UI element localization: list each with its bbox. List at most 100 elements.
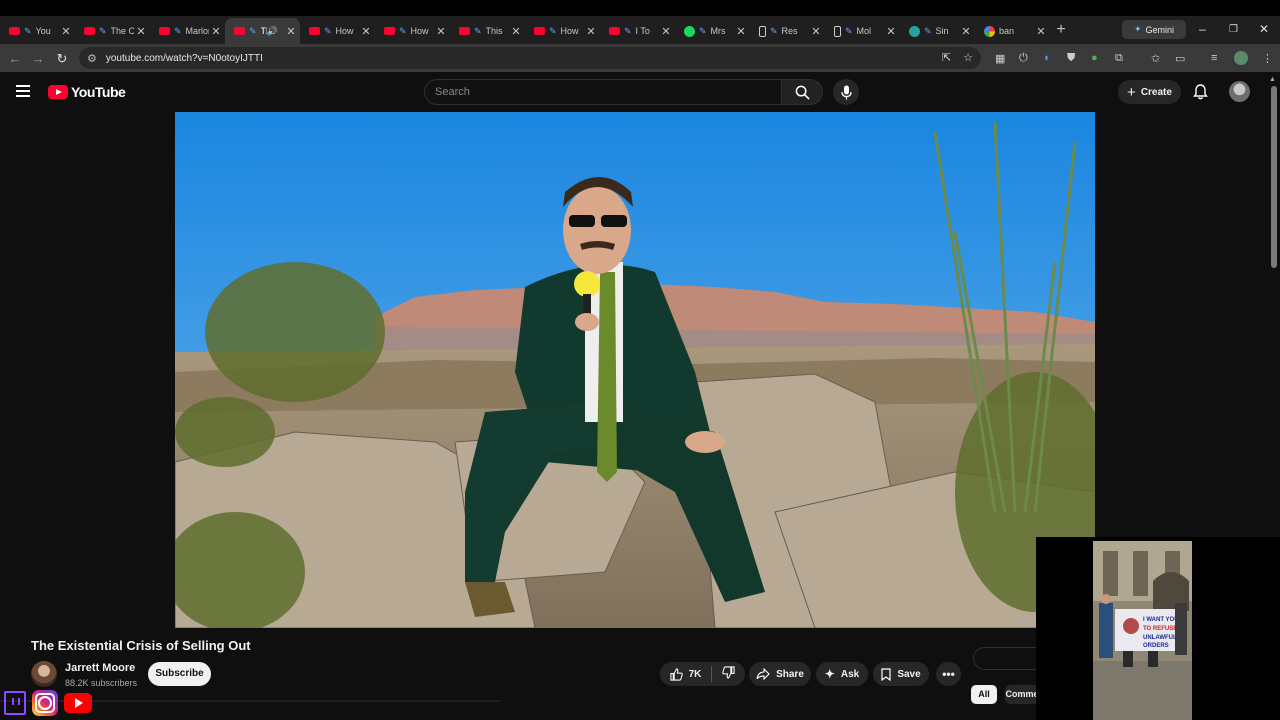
address-bar[interactable]: ⚙ youtube.com/watch?v=N0otoyIJTTI ⇱ ☆ [79,47,981,69]
save-button[interactable]: Save [873,662,929,686]
like-divider [711,666,713,682]
svg-text:ORDERS: ORDERS [1143,643,1169,649]
browser-tab[interactable]: ban ✕ [975,18,1050,44]
forward-icon[interactable]: → [26,51,50,66]
youtube-icon [159,27,170,35]
close-tab-icon[interactable]: ✕ [359,25,373,38]
channel-avatar[interactable] [31,661,57,687]
back-icon[interactable]: ← [3,51,27,66]
profile-avatar-icon[interactable] [1234,51,1248,65]
extension-green-icon[interactable]: ● [1091,52,1098,64]
close-tab-icon[interactable]: ✕ [59,25,73,38]
browser-tab[interactable]: ✎The🔊✕ [225,18,300,44]
close-window-icon[interactable]: ✕ [1259,22,1269,36]
close-tab-icon[interactable]: ✕ [209,25,223,38]
menu-icon[interactable] [16,85,30,97]
youtube-logo-text: YouTube [71,84,126,100]
site-info-icon[interactable]: ⚙ [87,52,97,65]
pen-icon: ✎ [770,25,778,36]
notifications-button[interactable] [1193,84,1208,105]
shield-icon[interactable]: ⛊ [1067,52,1075,65]
browser-tab[interactable]: ✎ You ✕ [0,18,75,44]
microphone-icon [840,85,852,99]
voice-search-button[interactable] [833,79,859,105]
pen-icon: ✎ [474,25,482,36]
gemini-icon: ✦ [1133,24,1142,34]
browser-tab[interactable]: ✎ Sin ✕ [900,18,975,44]
browser-tab[interactable]: ✎ This ✕ [450,18,525,44]
mini-player[interactable]: I WANT YOU TO REFUSE UNLAWFUL ORDERS [1036,537,1280,720]
bookmark-icon [881,667,891,681]
search-input[interactable]: Search [424,79,782,105]
tab-title: How [410,26,429,36]
create-button[interactable]: + Create [1118,80,1181,104]
share-button[interactable]: Share [749,662,811,686]
restore-icon[interactable]: ❐ [1229,24,1238,35]
close-tab-icon[interactable]: ✕ [659,25,673,38]
tab-title: ban [999,26,1015,36]
save-label: Save [897,668,921,680]
window-top-border [0,0,1280,16]
ask-label: Ask [840,668,860,680]
video-title: The Existential Crisis of Selling Out [31,638,251,653]
split-screen-icon[interactable]: ▭ [1175,52,1185,65]
more-actions-button[interactable]: ••• [936,662,961,686]
chip-comments[interactable]: Comme [1005,685,1039,704]
pen-icon: ✎ [174,25,182,36]
browser-tab[interactable]: ✎ How ✕ [300,18,375,44]
close-tab-icon[interactable]: ✕ [809,25,823,38]
power-icon[interactable]: ⏻ [1019,52,1028,65]
puzzle-icon[interactable]: ⧉ [1115,52,1123,65]
reload-icon[interactable]: ↻ [50,51,74,67]
browser-tab[interactable]: ✎ How ✕ [525,18,600,44]
dislike-button[interactable] [722,666,735,682]
scroll-up-icon[interactable]: ▲ [1269,76,1276,83]
like-button[interactable]: 7K [670,667,701,681]
minimize-icon[interactable]: – [1199,22,1206,36]
speaker-icon[interactable]: 🔊 [267,26,278,37]
close-tab-icon[interactable]: ✕ [434,25,448,38]
search-button[interactable] [781,79,823,105]
browser-tab[interactable]: ✎ Mrs ✕ [675,18,750,44]
browser-tab[interactable]: ✎ Mol ✕ [825,18,900,44]
extension-grid-icon[interactable]: ▦ [995,52,1005,65]
cast-icon[interactable]: ⇱ [942,51,951,64]
browser-tab[interactable]: ✎The Ori✕ [75,18,150,44]
gemini-button[interactable]: ✦ Gemini [1122,20,1186,39]
plus-icon: + [1127,83,1136,101]
reading-list-icon[interactable]: ≡ [1211,52,1217,64]
favorites-icon[interactable]: ✩ [1151,52,1160,65]
mini-player-thumbnail: I WANT YOU TO REFUSE UNLAWFUL ORDERS [1093,541,1192,720]
channel-name[interactable]: Jarrett Moore [65,662,135,674]
ask-button[interactable]: ✦ Ask [816,662,868,686]
close-tab-icon[interactable]: ✕ [734,25,748,38]
close-tab-icon[interactable]: ✕ [584,25,598,38]
chip-all[interactable]: All [971,685,997,704]
video-player[interactable] [175,112,1095,628]
browser-tab[interactable]: ✎ How ✕ [375,18,450,44]
url-text: youtube.com/watch?v=N0otoyIJTTI [105,52,263,64]
close-tab-icon[interactable]: ✕ [134,25,148,38]
youtube-icon [64,693,92,713]
subscribe-button[interactable]: Subscribe [148,662,211,686]
new-tab-button[interactable]: + [1050,21,1072,39]
audio-icon[interactable]: ◖ [1043,52,1050,64]
browser-tab[interactable]: ✎Marlon✕ [150,18,225,44]
close-tab-icon[interactable]: ✕ [509,25,523,38]
sort-pill-outline[interactable] [973,647,1036,670]
youtube-logo[interactable]: YouTube [48,84,126,100]
close-tab-icon[interactable]: ✕ [1034,25,1048,38]
browser-tab[interactable]: ✎ Res ✕ [750,18,825,44]
pen-icon: ✎ [624,25,632,36]
close-tab-icon[interactable]: ✕ [284,25,298,38]
account-avatar[interactable] [1229,81,1250,102]
close-tab-icon[interactable]: ✕ [884,25,898,38]
youtube-icon [9,27,20,35]
close-tab-icon[interactable]: ✕ [959,25,973,38]
browser-tab[interactable]: ✎ I To ✕ [600,18,675,44]
bookmark-star-icon[interactable]: ☆ [963,51,973,64]
page-scrollbar[interactable] [1271,86,1277,268]
browser-menu-icon[interactable]: ⋮ [1262,52,1273,65]
youtube-icon [609,27,620,35]
sparkle-icon: ✦ [824,667,835,681]
